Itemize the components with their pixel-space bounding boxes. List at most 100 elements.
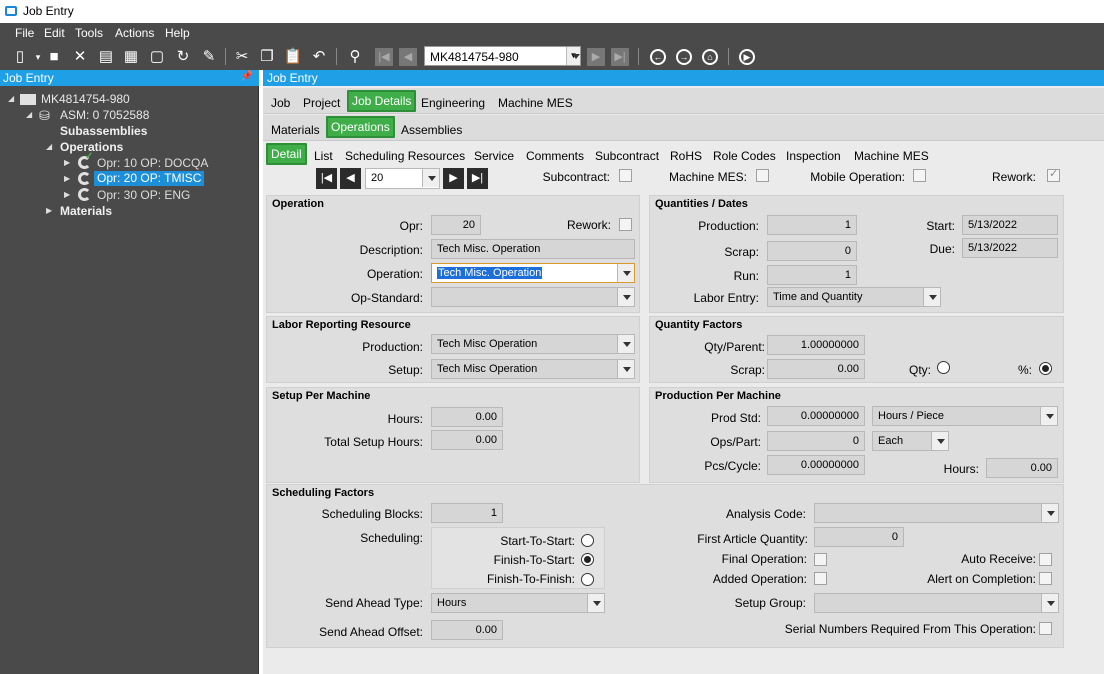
qty-scrap-field[interactable]: 0.00 xyxy=(767,359,865,379)
tree-item-job[interactable]: MK4814754-980 xyxy=(41,92,130,106)
pcs-cycle-field[interactable]: 0.00000000 xyxy=(767,455,865,475)
cut-icon[interactable]: ✂ xyxy=(232,47,252,67)
expanded-arrow-icon[interactable]: ◢ xyxy=(26,110,32,119)
expanded-arrow-icon[interactable]: ◢ xyxy=(8,94,14,103)
tab-list[interactable]: List xyxy=(314,149,333,163)
copy-icon[interactable]: ❐ xyxy=(257,47,277,67)
pin-icon[interactable]: 📌 xyxy=(241,71,253,82)
collapsed-arrow-icon[interactable]: ▶ xyxy=(64,190,70,199)
forward-icon[interactable]: → xyxy=(676,49,692,65)
tab-assemblies[interactable]: Assemblies xyxy=(401,123,462,137)
tab-comments[interactable]: Comments xyxy=(526,149,584,163)
refresh-icon[interactable]: ↻ xyxy=(173,47,193,67)
tree-item-op-10[interactable]: Opr: 10 OP: DOCQA xyxy=(97,156,208,170)
scrap-qty-field[interactable]: 0 xyxy=(767,241,857,261)
back-icon[interactable]: ← xyxy=(650,49,666,65)
prod-std-field[interactable]: 0.00000000 xyxy=(767,406,865,426)
grid-icon[interactable]: ▦ xyxy=(121,47,141,67)
job-number-combo[interactable]: MK4814754-980 ▼ xyxy=(424,46,581,66)
tree-item-asm[interactable]: ASM: 0 7052588 xyxy=(60,108,149,122)
menu-actions[interactable]: Actions xyxy=(115,26,154,40)
tree-item-subassemblies[interactable]: Subassemblies xyxy=(60,124,147,138)
labor-production-combo[interactable]: Tech Misc Operation xyxy=(431,334,635,354)
tab-project[interactable]: Project xyxy=(303,96,340,110)
tab-materials[interactable]: Materials xyxy=(271,123,320,137)
send-ahead-type-combo[interactable]: Hours xyxy=(431,593,605,613)
start-date-field[interactable]: 5/13/2022 xyxy=(962,215,1058,235)
tab-service[interactable]: Service xyxy=(474,149,514,163)
undo-icon[interactable]: ↶ xyxy=(309,47,329,67)
setup-group-combo[interactable] xyxy=(814,593,1059,613)
mobile-operation-checkbox[interactable] xyxy=(913,169,926,182)
next-op-icon[interactable]: ▶ xyxy=(443,168,464,189)
ops-part-field[interactable]: 0 xyxy=(767,431,865,451)
added-operation-checkbox[interactable] xyxy=(814,572,827,585)
prod-std-unit-combo[interactable]: Hours / Piece xyxy=(872,406,1058,426)
last-record-icon[interactable]: ▶| xyxy=(611,48,629,66)
pct-radio[interactable] xyxy=(1039,362,1052,375)
collapsed-arrow-icon[interactable]: ▶ xyxy=(46,206,52,215)
prev-op-icon[interactable]: ◀ xyxy=(340,168,361,189)
rework-checkbox[interactable] xyxy=(619,218,632,231)
tab-engineering[interactable]: Engineering xyxy=(421,96,485,110)
clear-icon[interactable]: ✎ xyxy=(199,47,219,67)
chevron-down-icon[interactable] xyxy=(617,264,634,282)
production-qty-field[interactable]: 1 xyxy=(767,215,857,235)
delete-icon[interactable]: ✕ xyxy=(70,47,90,67)
tab-job-details[interactable]: Job Details xyxy=(347,90,417,112)
qty-radio[interactable] xyxy=(937,361,950,374)
alert-on-completion-checkbox[interactable] xyxy=(1039,572,1052,585)
tree-item-op-30[interactable]: Opr: 30 OP: ENG xyxy=(97,188,190,202)
fts-radio[interactable] xyxy=(581,553,594,566)
operation-combo[interactable]: Tech Misc. Operation xyxy=(431,263,635,283)
save-icon[interactable]: ■ xyxy=(44,47,64,67)
tab-subcontract[interactable]: Subcontract xyxy=(595,149,659,163)
qty-parent-field[interactable]: 1.00000000 xyxy=(767,335,865,355)
menu-file[interactable]: File xyxy=(15,26,34,40)
collapsed-arrow-icon[interactable]: ▶ xyxy=(64,174,70,183)
prod-hours-field[interactable]: 0.00 xyxy=(986,458,1058,478)
tab-scheduling-resources[interactable]: Scheduling Resources xyxy=(345,149,465,163)
machine-mes-checkbox[interactable] xyxy=(756,169,769,182)
chevron-down-icon[interactable] xyxy=(1040,407,1057,425)
tab-inspection[interactable]: Inspection xyxy=(786,149,841,163)
op-standard-combo[interactable] xyxy=(431,287,635,307)
paste-icon[interactable]: 📋 xyxy=(283,47,303,67)
menu-edit[interactable]: Edit xyxy=(44,26,65,40)
run-qty-field[interactable]: 1 xyxy=(767,265,857,285)
rework-top-checkbox[interactable] xyxy=(1047,167,1060,182)
chevron-down-icon[interactable] xyxy=(1041,594,1058,612)
chevron-down-icon[interactable] xyxy=(617,335,634,353)
play-icon[interactable]: ▶ xyxy=(739,49,755,65)
labor-entry-combo[interactable]: Time and Quantity xyxy=(767,287,941,307)
tab-rohs[interactable]: RoHS xyxy=(670,149,702,163)
final-operation-checkbox[interactable] xyxy=(814,553,827,566)
first-record-icon[interactable]: |◀ xyxy=(375,48,393,66)
ops-part-unit-combo[interactable]: Each xyxy=(872,431,949,451)
sts-radio[interactable] xyxy=(581,534,594,547)
chevron-down-icon[interactable] xyxy=(1041,504,1058,522)
chevron-down-icon[interactable] xyxy=(422,169,439,187)
tab-machine-mes[interactable]: Machine MES xyxy=(498,96,573,110)
due-date-field[interactable]: 5/13/2022 xyxy=(962,238,1058,258)
operation-nav-combo[interactable]: 20 xyxy=(365,168,440,189)
first-article-qty-field[interactable]: 0 xyxy=(814,527,904,547)
search-icon[interactable]: ⚲ xyxy=(345,47,365,67)
ftf-radio[interactable] xyxy=(581,573,594,586)
chevron-down-icon[interactable] xyxy=(587,594,604,612)
opr-field[interactable]: 20 xyxy=(431,215,481,235)
chevron-down-icon[interactable] xyxy=(931,432,948,450)
chevron-down-icon[interactable] xyxy=(617,360,634,378)
chevron-down-icon[interactable] xyxy=(617,288,634,306)
scheduling-blocks-field[interactable]: 1 xyxy=(431,503,503,523)
print-icon[interactable]: ▤ xyxy=(96,47,116,67)
analysis-code-combo[interactable] xyxy=(814,503,1059,523)
home-icon[interactable]: ⌂ xyxy=(702,49,718,65)
description-field[interactable]: Tech Misc. Operation xyxy=(431,239,635,259)
chevron-down-icon[interactable] xyxy=(923,288,940,306)
auto-receive-checkbox[interactable] xyxy=(1039,553,1052,566)
last-op-icon[interactable]: ▶| xyxy=(467,168,488,189)
subcontract-checkbox[interactable] xyxy=(619,169,632,182)
tab-role-codes[interactable]: Role Codes xyxy=(713,149,776,163)
expanded-arrow-icon[interactable]: ◢ xyxy=(46,142,52,151)
